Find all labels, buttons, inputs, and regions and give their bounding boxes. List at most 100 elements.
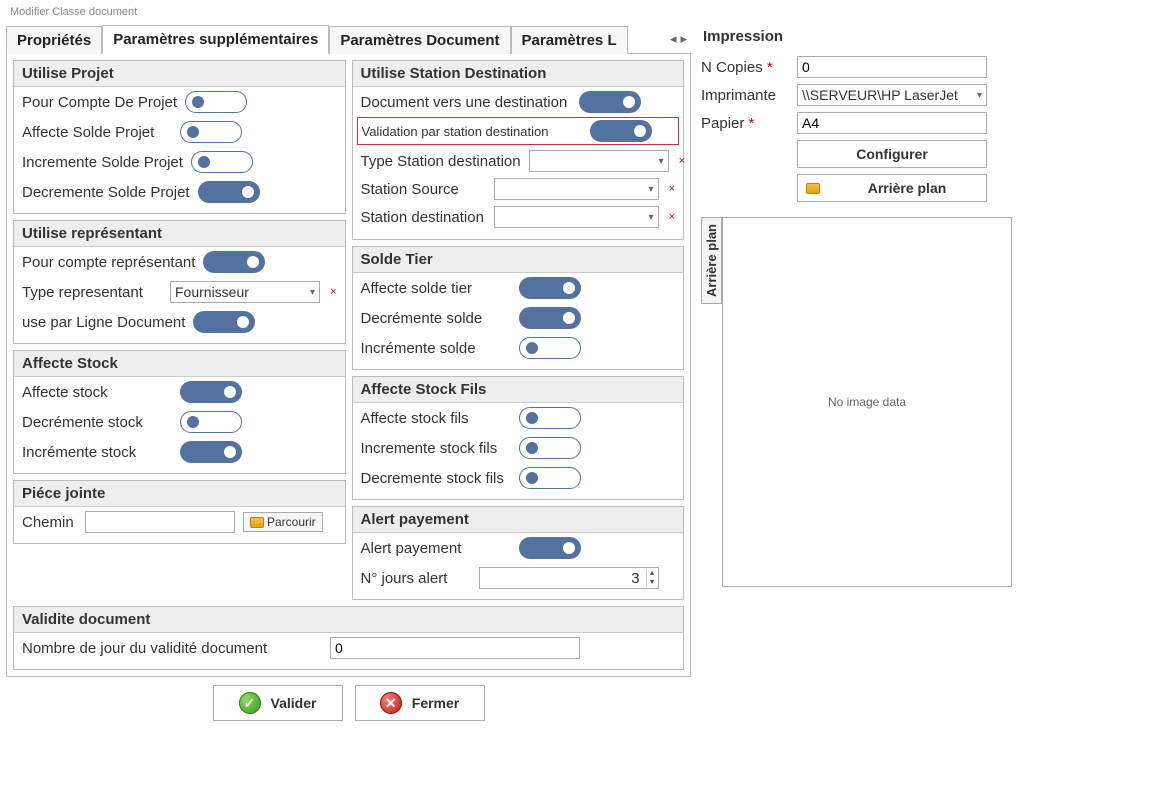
preview-side-tab[interactable]: Arrière plan xyxy=(701,217,722,304)
dropdown-type-station[interactable]: ▾ xyxy=(529,150,669,172)
label-affecte-stock-fils: Affecte stock fils xyxy=(361,410,511,427)
toggle-doc-vers-dest[interactable] xyxy=(579,91,641,113)
label-affecte-solde-tier: Affecte solde tier xyxy=(361,280,511,297)
window-title: Modifier Classe document xyxy=(6,4,1169,24)
toggle-affecte-stock[interactable] xyxy=(180,381,242,403)
toggle-incr-solde[interactable] xyxy=(519,337,581,359)
toggle-incr-stock-fils[interactable] xyxy=(519,437,581,459)
label-papier: Papier * xyxy=(701,115,791,132)
arriere-plan-label: Arrière plan xyxy=(828,180,986,196)
dropdown-imprimante[interactable]: \\SERVEUR\HP LaserJet ▾ xyxy=(797,84,987,106)
group-header: Validite document xyxy=(14,607,683,633)
toggle-alert-payement[interactable] xyxy=(519,537,581,559)
group-validite: Validite document Nombre de jour du vali… xyxy=(13,606,684,670)
browse-label: Parcourir xyxy=(267,515,316,529)
chevron-down-icon: ▾ xyxy=(647,212,656,223)
label-pour-compte-projet: Pour Compte De Projet xyxy=(22,94,177,111)
toggle-decr-stock-fils[interactable] xyxy=(519,467,581,489)
label-incr-solde: Incrémente solde xyxy=(361,340,511,357)
preview-image: No image data xyxy=(722,217,1012,587)
input-papier[interactable] xyxy=(797,112,987,134)
tab-params-document[interactable]: Paramètres Document xyxy=(329,26,510,54)
group-header: Affecte Stock Fils xyxy=(353,377,684,403)
group-header: Utilise Station Destination xyxy=(353,61,684,87)
label-type-repr: Type representant xyxy=(22,284,162,301)
label-alert-payement: Alert payement xyxy=(361,540,511,557)
clear-icon[interactable]: × xyxy=(679,155,685,167)
folder-icon xyxy=(806,183,820,194)
input-nb-jours-validite[interactable] xyxy=(330,637,580,659)
toggle-decr-stock[interactable] xyxy=(180,411,242,433)
input-chemin[interactable] xyxy=(85,511,235,533)
toggle-incr-solde-projet[interactable] xyxy=(191,151,253,173)
dropdown-value: \\SERVEUR\HP LaserJet xyxy=(802,87,975,103)
valider-label: Valider xyxy=(271,695,317,711)
label-nb-jours-validite: Nombre de jour du validité document xyxy=(22,640,322,657)
group-affecte-stock: Affecte Stock Affecte stock Decrémente s… xyxy=(13,350,346,474)
toggle-affecte-stock-fils[interactable] xyxy=(519,407,581,429)
group-header: Solde Tier xyxy=(353,247,684,273)
label-doc-vers-dest: Document vers une destination xyxy=(361,94,571,111)
configurer-label: Configurer xyxy=(856,146,928,162)
dropdown-value: Fournisseur xyxy=(175,284,308,300)
dropdown-station-source[interactable]: ▾ xyxy=(494,178,659,200)
group-utilise-projet: Utilise Projet Pour Compte De Projet Aff… xyxy=(13,60,346,214)
valider-button[interactable]: ✓ Valider xyxy=(213,685,343,721)
label-incr-stock: Incrémente stock xyxy=(22,444,172,461)
toggle-incr-stock[interactable] xyxy=(180,441,242,463)
toggle-affecte-solde-projet[interactable] xyxy=(180,121,242,143)
clear-icon[interactable]: × xyxy=(330,286,336,298)
toggle-decr-solde-projet[interactable] xyxy=(198,181,260,203)
chevron-down-icon: ▾ xyxy=(308,287,317,298)
toggle-decr-solde[interactable] xyxy=(519,307,581,329)
group-header: Utilise représentant xyxy=(14,221,345,247)
label-jours-alert: N° jours alert xyxy=(361,570,471,587)
tab-params-supp[interactable]: Paramètres supplémentaires xyxy=(102,25,329,54)
group-alert-payement: Alert payement Alert payement N° jours a… xyxy=(352,506,685,600)
dropdown-station-dest[interactable]: ▾ xyxy=(494,206,659,228)
spinner-up-icon[interactable]: ▲ xyxy=(647,569,658,578)
tab-proprietes[interactable]: Propriétés xyxy=(6,26,102,54)
tab-params-l[interactable]: Paramètres L xyxy=(511,26,628,54)
label-validation-station: Validation par station destination xyxy=(362,124,582,139)
group-header: Alert payement xyxy=(353,507,684,533)
label-chemin: Chemin xyxy=(22,514,77,531)
clear-icon[interactable]: × xyxy=(669,211,675,223)
label-pour-compte-repr: Pour compte représentant xyxy=(22,254,195,271)
toggle-use-ligne[interactable] xyxy=(193,311,255,333)
toggle-validation-station[interactable] xyxy=(590,120,652,142)
close-icon: ✕ xyxy=(380,692,402,714)
check-icon: ✓ xyxy=(239,692,261,714)
toggle-affecte-solde-tier[interactable] xyxy=(519,277,581,299)
label-use-ligne: use par Ligne Document xyxy=(22,314,185,331)
browse-button[interactable]: Parcourir xyxy=(243,512,323,532)
group-utilise-representant: Utilise représentant Pour compte représe… xyxy=(13,220,346,344)
configurer-button[interactable]: Configurer xyxy=(797,140,987,168)
toggle-pour-compte-projet[interactable] xyxy=(185,91,247,113)
fermer-button[interactable]: ✕ Fermer xyxy=(355,685,485,721)
group-piece-jointe: Piéce jointe Chemin Parcourir xyxy=(13,480,346,544)
group-affecte-stock-fils: Affecte Stock Fils Affecte stock fils In… xyxy=(352,376,685,500)
tab-scroll-right-icon[interactable]: ▸ xyxy=(680,31,687,47)
folder-icon xyxy=(250,517,264,528)
label-decr-solde: Decrémente solde xyxy=(361,310,511,327)
label-imprimante: Imprimante xyxy=(701,87,791,104)
dropdown-type-representant[interactable]: Fournisseur ▾ xyxy=(170,281,320,303)
group-utilise-station: Utilise Station Destination Document ver… xyxy=(352,60,685,240)
arriere-plan-button[interactable]: Arrière plan xyxy=(797,174,987,202)
input-copies[interactable] xyxy=(797,56,987,78)
spinner-down-icon[interactable]: ▼ xyxy=(647,578,658,587)
label-affecte-solde-projet: Affecte Solde Projet xyxy=(22,124,172,141)
label-decr-stock-fils: Decremente stock fils xyxy=(361,470,511,487)
tab-scroll-left-icon[interactable]: ◂ xyxy=(670,31,677,47)
chevron-down-icon: ▾ xyxy=(657,156,666,167)
clear-icon[interactable]: × xyxy=(669,183,675,195)
preview-placeholder: No image data xyxy=(828,395,906,409)
fermer-label: Fermer xyxy=(412,695,459,711)
label-affecte-stock: Affecte stock xyxy=(22,384,172,401)
group-header: Piéce jointe xyxy=(14,481,345,507)
toggle-pour-compte-repr[interactable] xyxy=(203,251,265,273)
spinner-jours-alert[interactable]: 3 ▲ ▼ xyxy=(479,567,659,589)
chevron-down-icon: ▾ xyxy=(647,184,656,195)
label-station-source: Station Source xyxy=(361,181,486,198)
